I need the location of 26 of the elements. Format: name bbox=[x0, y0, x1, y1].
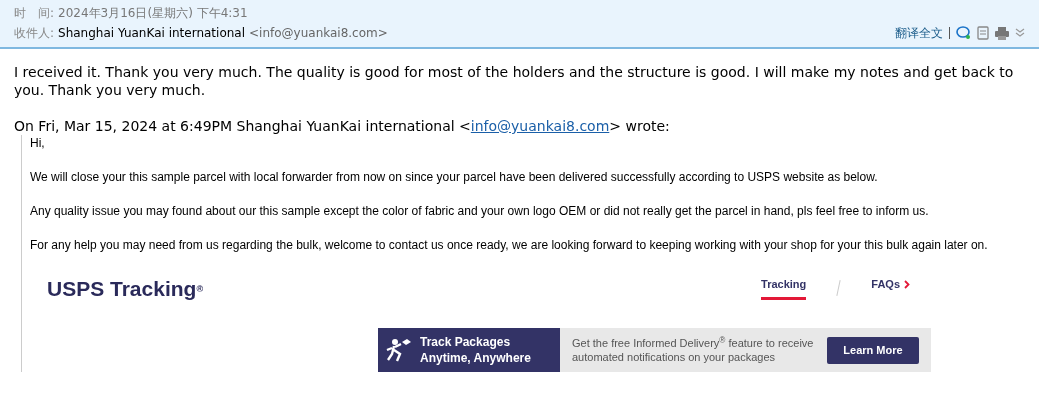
quoted-text: Hi, bbox=[30, 135, 46, 152]
learn-more-button[interactable]: Learn More bbox=[827, 336, 919, 364]
recipient-label: 收件人: bbox=[14, 25, 55, 42]
quote-intro: On Fri, Mar 15, 2024 at 6:49PM Shanghai YuanKai international <info@yuankai8.com> wrote: bbox=[14, 117, 671, 135]
nav-tab[interactable]: Tracking bbox=[761, 276, 807, 300]
nav-tab[interactable]: FAQs bbox=[871, 276, 910, 300]
expand-icon[interactable] bbox=[1015, 28, 1025, 38]
banner-title: Track Packages bbox=[420, 334, 512, 350]
time-label: 时 间: bbox=[14, 5, 55, 22]
quoted-text: We will close your this sample parcel with local forwarder from now on since your parcel have been delivered successfully according to USPS website as below. bbox=[30, 169, 879, 186]
banner-text: Get the free Informed Delivery$^{®}$ feature to receive automated notifications on your packages bbox=[572, 336, 815, 364]
email-link[interactable]: info@yuankai8.com bbox=[470, 118, 610, 134]
quoted-text: Any quality issue you may found about our this sample except the color of fabric and your own logo OEM or did not really get the parcel in hand, pls feel free to inform us. bbox=[30, 203, 930, 220]
message-text: I received it. Thank you very much. The quality is good for most of the holders and the structure is good. I will make my notes and get back to you. Thank you very much. bbox=[14, 63, 1015, 99]
recipient-email: <info@yuankai8.com> bbox=[249, 25, 388, 42]
chevron-icon bbox=[904, 280, 910, 289]
runner-icon bbox=[386, 337, 412, 363]
sent-time: 2024年3月16日(星期六) 下午4:31 bbox=[58, 5, 248, 22]
note-icon[interactable] bbox=[977, 26, 989, 40]
translate-link[interactable]: 翻译全文 bbox=[895, 23, 943, 43]
banner-title: Anytime, Anywhere bbox=[420, 350, 531, 366]
usps-logo: USPS Tracking$^{®}$ bbox=[47, 276, 204, 302]
recipient-name[interactable]: Shanghai YuanKai international bbox=[58, 23, 245, 43]
chat-icon[interactable] bbox=[956, 26, 971, 40]
quoted-text: For any help you may need from us regarding the bulk, welcome to contact us once ready, we are looking forward to keeping working with your shop for your this bulk again later on. bbox=[30, 237, 989, 254]
print-icon[interactable] bbox=[995, 26, 1009, 40]
